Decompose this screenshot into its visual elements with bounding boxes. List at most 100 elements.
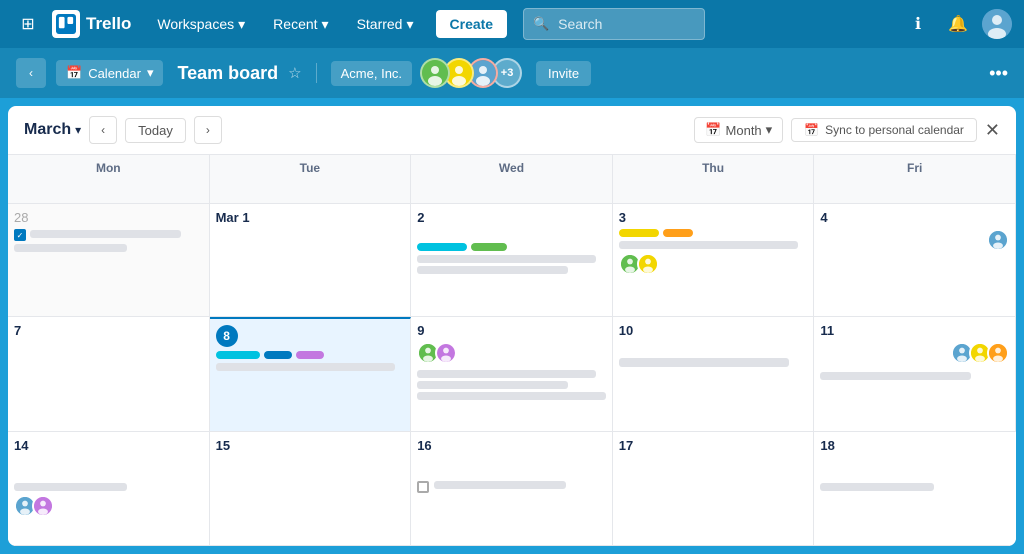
day-number: 7 <box>14 323 203 338</box>
day-cell-7[interactable]: 7 <box>8 317 210 432</box>
star-button[interactable]: ☆ <box>288 64 301 82</box>
day-cell-14[interactable]: 14 <box>8 432 210 546</box>
day-cell-16[interactable]: 16 <box>411 432 613 546</box>
avatars-row <box>14 495 203 517</box>
sync-calendar-button[interactable]: 📅 Sync to personal calendar <box>791 118 977 142</box>
day-number: 18 <box>820 438 1010 453</box>
avatars-row <box>619 253 808 275</box>
day-cell-11[interactable]: 11 <box>814 317 1016 432</box>
day-number: 15 <box>216 438 405 453</box>
prev-month-button[interactable]: ‹ <box>89 116 117 144</box>
day-number: Mar 1 <box>216 210 405 225</box>
recent-menu-button[interactable]: Recent ▾ <box>263 10 338 39</box>
starred-menu-button[interactable]: Starred ▾ <box>347 10 424 39</box>
chevron-down-icon: ▾ <box>406 16 413 33</box>
more-options-button[interactable]: ••• <box>989 63 1008 84</box>
month-dropdown-button[interactable]: ▾ <box>75 123 81 137</box>
day-cell-28[interactable]: 28 <box>8 204 210 316</box>
grid-menu-button[interactable]: ⊞ <box>12 8 44 40</box>
card-item <box>14 229 203 241</box>
create-button[interactable]: Create <box>436 10 508 38</box>
grid-icon: ⊞ <box>21 14 34 34</box>
card-text <box>417 381 568 389</box>
day-header-wed: Wed <box>411 155 613 204</box>
card-text <box>619 358 789 367</box>
day-cell-15[interactable]: 15 <box>210 432 412 546</box>
day-header-fri: Fri <box>814 155 1016 204</box>
workspace-button[interactable]: Acme, Inc. <box>331 61 412 86</box>
day-cell-3[interactable]: 3 <box>613 204 815 316</box>
month-nav: March ▾ <box>24 121 81 139</box>
card-avatar <box>32 495 54 517</box>
card-avatar <box>987 229 1009 251</box>
today-button[interactable]: Today <box>125 118 186 143</box>
card-text <box>619 241 798 249</box>
card-text <box>820 372 971 380</box>
top-navigation: ⊞ Trello Workspaces ▾ Recent ▾ Starred ▾… <box>0 0 1024 48</box>
calendar-grid: Mon Tue Wed Thu Fri 28 Mar 1 2 <box>8 155 1016 546</box>
day-cell-18[interactable]: 18 <box>814 432 1016 546</box>
card-text <box>14 244 127 252</box>
view-selector-button[interactable]: 📅 Month ▾ <box>694 117 783 143</box>
calendar-toolbar: March ▾ ‹ Today › 📅 Month ▾ 📅 Sync to pe… <box>8 106 1016 155</box>
search-wrapper: 🔍 <box>523 8 704 40</box>
card-text <box>14 483 127 491</box>
search-icon: 🔍 <box>533 16 549 32</box>
day-number: 4 <box>820 210 1009 225</box>
day-number: 11 <box>820 323 1009 338</box>
avatars-row <box>417 342 606 364</box>
divider <box>316 63 317 83</box>
day-cell-9[interactable]: 9 <box>411 317 613 432</box>
info-icon: ℹ <box>915 14 921 34</box>
day-number: 14 <box>14 438 203 453</box>
calendar-container: March ▾ ‹ Today › 📅 Month ▾ 📅 Sync to pe… <box>8 106 1016 546</box>
calendar-small-icon: 📅 <box>705 122 721 138</box>
chevron-left-icon: ‹ <box>29 66 33 80</box>
star-icon: ☆ <box>288 65 301 82</box>
month-title: March <box>24 121 71 139</box>
board-title: Team board <box>177 63 278 84</box>
chevron-down-icon: ▾ <box>322 16 329 33</box>
calendar-view-button[interactable]: 📅 Calendar ▾ <box>56 60 163 86</box>
day-cell-17[interactable]: 17 <box>613 432 815 546</box>
sync-icon: 📅 <box>804 123 819 137</box>
card-text <box>417 370 596 378</box>
day-number: 9 <box>417 323 606 338</box>
notifications-button[interactable]: 🔔 <box>942 8 974 40</box>
day-cell-4[interactable]: 4 <box>814 204 1016 316</box>
day-cell-10[interactable]: 10 <box>613 317 815 432</box>
trello-logo: Trello <box>52 10 131 38</box>
day-number: 10 <box>619 323 808 338</box>
card-text <box>820 483 934 491</box>
day-header-thu: Thu <box>613 155 815 204</box>
workspaces-menu-button[interactable]: Workspaces ▾ <box>147 10 255 39</box>
card-text <box>417 266 568 274</box>
chevron-down-icon: ▾ <box>147 65 154 81</box>
info-button[interactable]: ℹ <box>902 8 934 40</box>
sidebar-toggle-button[interactable]: ‹ <box>16 58 46 88</box>
trello-logo-text: Trello <box>86 14 131 34</box>
close-icon: ✕ <box>985 120 1000 140</box>
search-input[interactable] <box>523 8 704 40</box>
day-number: 16 <box>417 438 606 453</box>
trello-logo-icon <box>52 10 80 38</box>
next-month-button[interactable]: › <box>194 116 222 144</box>
day-header-tue: Tue <box>210 155 412 204</box>
day-cell-mar1[interactable]: Mar 1 <box>210 204 412 316</box>
close-calendar-button[interactable]: ✕ <box>985 120 1000 141</box>
user-avatar[interactable] <box>982 9 1012 39</box>
bell-icon: 🔔 <box>948 14 968 34</box>
checkbox-icon <box>14 229 26 241</box>
day-cell-2[interactable]: 2 <box>411 204 613 316</box>
board-header: ‹ 📅 Calendar ▾ Team board ☆ Acme, Inc. +… <box>0 48 1024 98</box>
card-text <box>417 392 606 400</box>
day-cell-8[interactable]: 8 <box>210 317 412 432</box>
calendar-icon: 📅 <box>66 65 82 81</box>
day-number: 28 <box>14 210 203 225</box>
card-text <box>417 255 596 263</box>
avatars-row <box>820 342 1009 364</box>
member-avatar-1 <box>420 58 450 88</box>
day-number: 17 <box>619 438 808 453</box>
day-header-mon: Mon <box>8 155 210 204</box>
invite-button[interactable]: Invite <box>536 61 591 86</box>
